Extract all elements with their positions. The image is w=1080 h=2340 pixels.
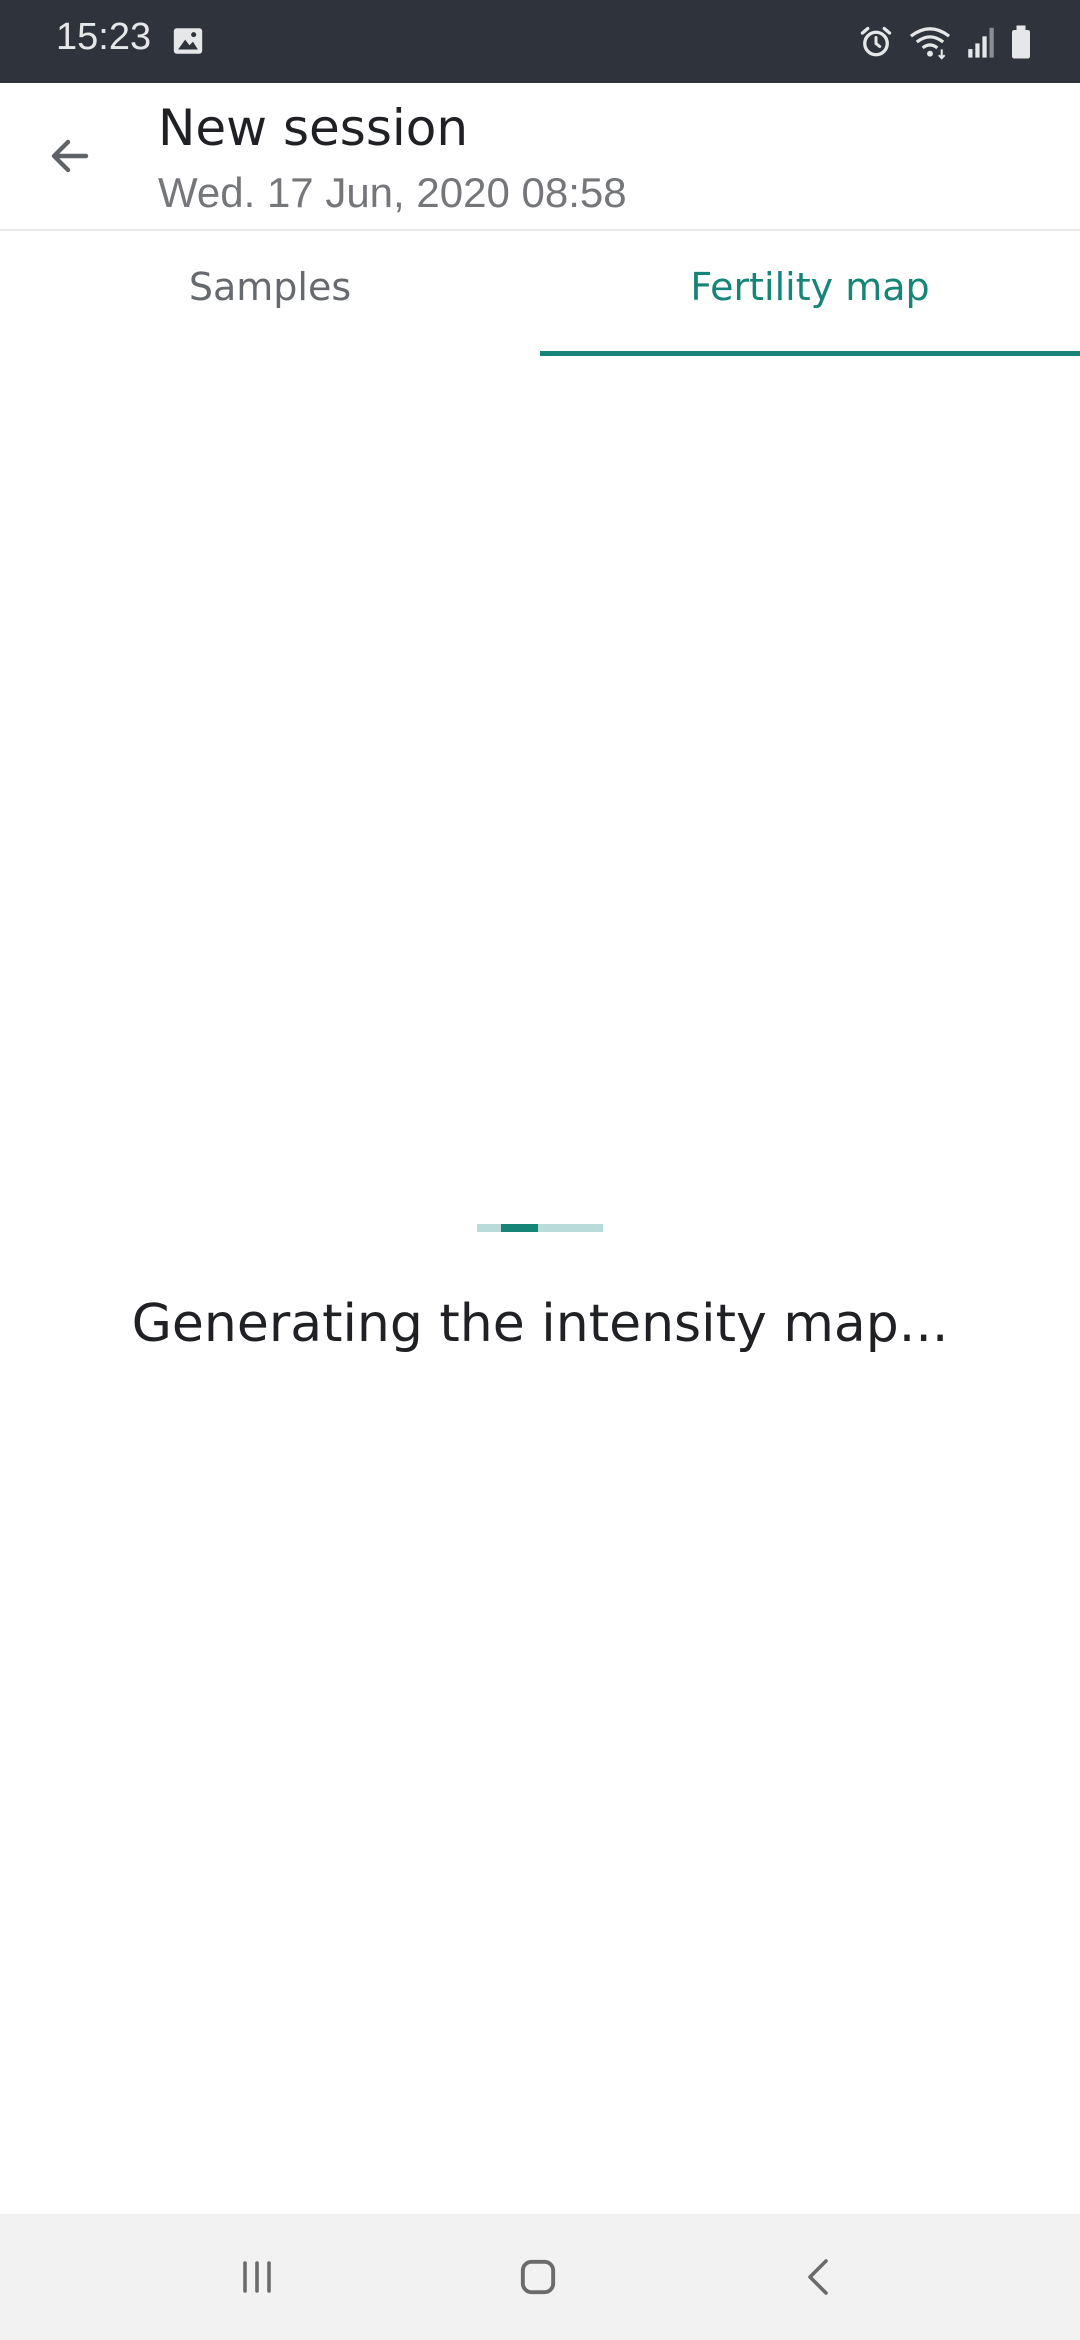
tab-samples[interactable]: Samples <box>0 231 540 356</box>
battery-icon <box>1012 25 1030 59</box>
gallery-icon <box>173 28 203 54</box>
tab-fertility-map-label: Fertility map <box>690 264 930 309</box>
map-content: Generating the intensity map... <box>0 356 1080 2214</box>
signal-icon <box>968 27 994 58</box>
session-datetime: Wed. 17 Jun, 2020 08:58 <box>158 169 627 216</box>
tab-fertility-map[interactable]: Fertility map <box>540 231 1080 356</box>
loading-message: Generating the intensity map... <box>131 1294 949 1354</box>
page-title: New session <box>158 99 469 157</box>
loading-progress-bar <box>477 1224 603 1232</box>
recents-button[interactable] <box>197 2232 317 2322</box>
app-bar: New session Wed. 17 Jun, 2020 08:58 <box>0 83 1080 231</box>
back-button[interactable] <box>30 116 110 196</box>
arrow-left-icon <box>51 139 89 173</box>
wifi-icon <box>909 27 951 60</box>
home-icon <box>520 2259 556 2295</box>
system-nav-bar <box>0 2214 1080 2340</box>
status-icons <box>858 20 1032 64</box>
back-icon <box>808 2259 828 2295</box>
loading-progress-fill <box>501 1224 538 1232</box>
tab-samples-label: Samples <box>188 264 352 309</box>
status-bar: 15:23 <box>0 0 1080 83</box>
status-time: 15:23 <box>56 16 152 58</box>
tab-bar: Samples Fertility map <box>0 231 1080 356</box>
nav-back-button[interactable] <box>760 2232 880 2322</box>
recents-icon <box>243 2261 271 2293</box>
home-button[interactable] <box>478 2232 598 2322</box>
alarm-icon <box>860 26 892 57</box>
